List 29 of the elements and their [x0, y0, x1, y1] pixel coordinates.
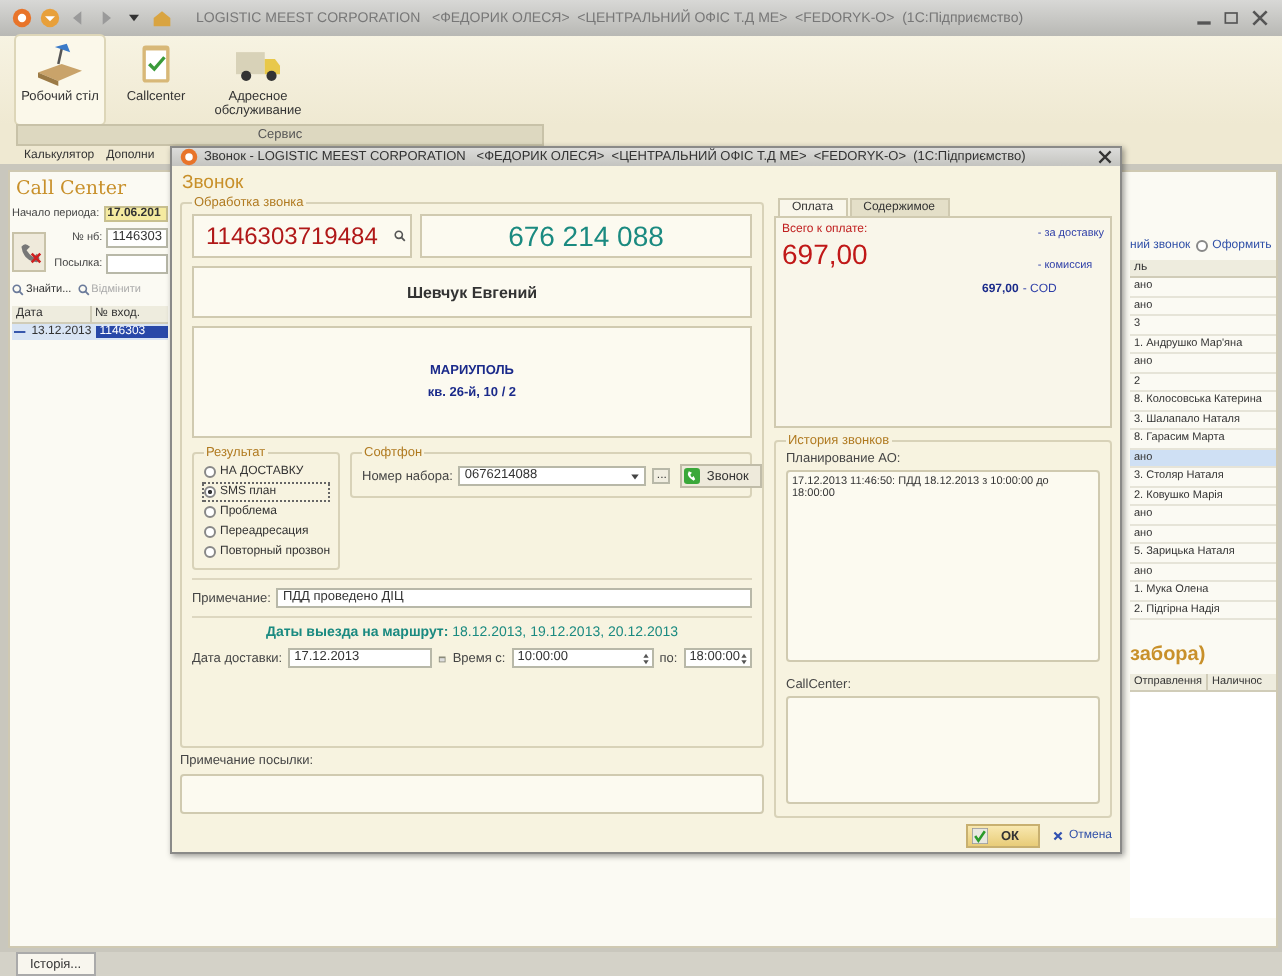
dialog-heading: Звонок — [180, 170, 246, 196]
panel-title: Call Center — [14, 178, 129, 200]
total-amount: 697,00 — [782, 238, 868, 270]
spin-arrows-icon[interactable] — [740, 651, 748, 665]
close-icon[interactable] — [1250, 8, 1270, 28]
row-marker-icon — [14, 328, 26, 336]
desk-lamp-icon — [34, 42, 86, 86]
search-icon — [12, 284, 24, 296]
section-title: забора) — [1130, 644, 1208, 666]
spin-arrows-icon[interactable] — [641, 651, 650, 665]
restore-icon[interactable] — [1222, 8, 1242, 28]
cancel-call-button[interactable] — [12, 231, 47, 271]
phone-cross-icon — [17, 239, 42, 263]
close-icon[interactable] — [1098, 150, 1112, 164]
cross-icon — [1052, 830, 1065, 842]
logo-icon — [180, 148, 198, 166]
parcel-field[interactable] — [106, 254, 168, 274]
name-field: Шевчук Евгений — [192, 266, 752, 318]
dropdown-caret-icon[interactable] — [630, 471, 641, 481]
parcel-note-field[interactable] — [180, 774, 764, 814]
search-icon[interactable] — [394, 230, 406, 242]
phone-icon — [684, 468, 701, 484]
checkmark-icon — [972, 828, 989, 844]
callcenter-history-field[interactable] — [786, 696, 1100, 804]
calendar-icon[interactable] — [438, 651, 447, 665]
logo-icon[interactable] — [12, 8, 32, 28]
barcode-field[interactable]: 1146303719484 — [192, 214, 412, 258]
search-icon — [77, 284, 90, 296]
phone-field: 676 214 088 — [420, 214, 752, 258]
